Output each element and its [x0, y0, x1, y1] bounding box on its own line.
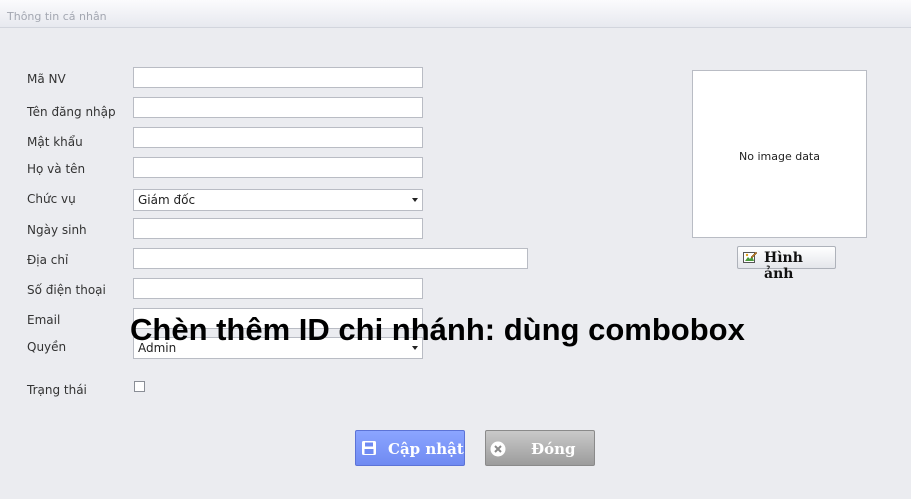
label-so-dien-thoai: Số điện thoại — [27, 283, 106, 297]
trang-thai-checkbox[interactable] — [134, 381, 145, 392]
close-label: Đóng — [531, 440, 576, 458]
annotation-text: Chèn thêm ID chi nhánh: dùng combobox — [130, 312, 745, 347]
close-button[interactable]: Đóng — [485, 430, 595, 466]
ngay-sinh-input[interactable] — [133, 218, 423, 239]
ho-va-ten-input[interactable] — [133, 157, 423, 178]
save-icon — [362, 441, 376, 455]
label-ma-nv: Mã NV — [27, 72, 66, 86]
ten-dang-nhap-input[interactable] — [133, 97, 423, 118]
photo-box: No image data — [692, 70, 867, 238]
choose-image-button[interactable]: Hình ảnh — [737, 246, 836, 282]
mat-khau-input[interactable] — [133, 127, 423, 148]
label-chuc-vu: Chức vụ — [27, 192, 76, 206]
dia-chi-input[interactable] — [133, 248, 528, 269]
title-bar: Thông tin cá nhân — [0, 0, 911, 28]
label-ngay-sinh: Ngày sinh — [27, 223, 87, 237]
label-ten-dang-nhap: Tên đăng nhập — [27, 105, 116, 119]
chuc-vu-value: Giám đốc — [138, 193, 196, 207]
close-circle-icon — [490, 441, 506, 457]
label-quyen: Quyền — [27, 340, 67, 354]
ma-nv-input[interactable] — [133, 67, 423, 88]
update-label: Cập nhật — [388, 440, 464, 458]
no-image-text: No image data — [739, 150, 820, 163]
image-edit-icon — [743, 251, 757, 263]
chuc-vu-select[interactable]: Giám đốc — [133, 189, 423, 211]
label-trang-thai: Trạng thái — [27, 383, 87, 397]
choose-image-label: Hình ảnh — [764, 250, 803, 282]
label-ho-va-ten: Họ và tên — [27, 162, 86, 176]
update-button[interactable]: Cập nhật — [355, 430, 465, 466]
so-dien-thoai-input[interactable] — [133, 278, 423, 299]
window-title: Thông tin cá nhân — [7, 10, 107, 23]
label-mat-khau: Mật khẩu — [27, 135, 83, 149]
label-email: Email — [27, 313, 61, 327]
dropdown-arrow-icon — [412, 198, 418, 202]
label-dia-chi: Địa chỉ — [27, 253, 69, 267]
